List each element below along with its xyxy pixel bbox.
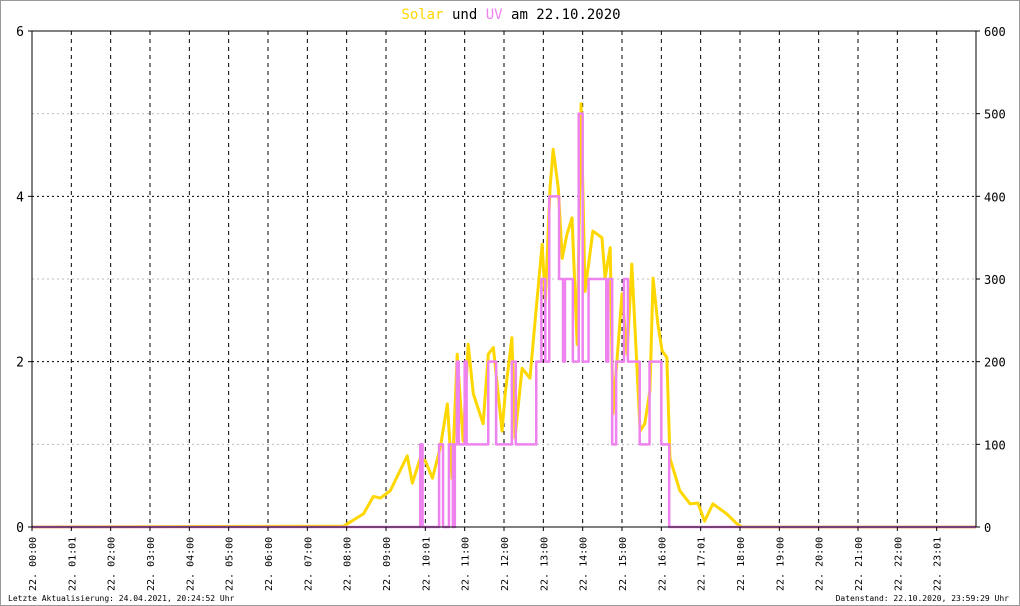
x-tick-label: 22. 01:01 bbox=[67, 537, 78, 591]
y-right-tick-label: 300 bbox=[984, 273, 1006, 287]
x-tick-label: 22. 19:00 bbox=[775, 537, 786, 591]
y-left-tick-label: 0 bbox=[16, 521, 24, 536]
x-tick-label: 22. 18:00 bbox=[736, 537, 747, 591]
x-tick-label: 22. 05:00 bbox=[225, 537, 236, 591]
x-tick-label: 22. 17:01 bbox=[697, 537, 708, 591]
x-tick-label: 22. 13:00 bbox=[539, 537, 550, 591]
chart-title: Solar und UV am 22.10.2020 bbox=[401, 7, 620, 23]
y-right-tick-label: 600 bbox=[984, 25, 1006, 39]
x-tick-label: 22. 11:00 bbox=[461, 537, 472, 591]
x-tick-label: 22. 21:00 bbox=[854, 537, 865, 591]
y-left-tick-label: 6 bbox=[16, 25, 24, 40]
y-left-tick-label: 4 bbox=[16, 190, 24, 205]
x-tick-label: 22. 12:00 bbox=[500, 537, 511, 591]
y-right-tick-label: 0 bbox=[984, 521, 991, 535]
data-status: Datenstand: 22.10.2020, 23:59:29 Uhr bbox=[835, 594, 1009, 603]
x-tick-label: 22. 00:00 bbox=[28, 537, 39, 591]
solar-uv-chart: Solar und UV am 22.10.2020 22. 00:00 22. … bbox=[16, 7, 1006, 591]
x-tick-label: 22. 02:00 bbox=[107, 537, 118, 591]
y-right-tick-label: 400 bbox=[984, 190, 1006, 204]
x-tick-label: 22. 22:00 bbox=[893, 537, 904, 591]
x-tick-label: 22. 20:00 bbox=[815, 537, 826, 591]
x-tick-label: 22. 06:00 bbox=[264, 537, 275, 591]
x-tick-label: 22. 23:01 bbox=[933, 537, 944, 591]
y-left-tick-label: 2 bbox=[16, 356, 24, 371]
title-date: am 22.10.2020 bbox=[511, 7, 621, 23]
title-solar: Solar bbox=[401, 7, 443, 23]
x-tick-label: 22. 07:00 bbox=[303, 537, 314, 591]
last-update: Letzte Aktualisierung: 24.04.2021, 20:24… bbox=[8, 594, 235, 603]
x-tick-label: 22. 04:00 bbox=[185, 537, 196, 591]
title-und: und bbox=[452, 7, 477, 23]
y-right-tick-label: 500 bbox=[984, 108, 1006, 122]
x-tick-label: 22. 03:00 bbox=[146, 537, 157, 591]
chart-container: Solar und UV am 22.10.2020 22. 00:00 22. … bbox=[0, 0, 1020, 606]
x-tick-label: 22. 09:00 bbox=[382, 537, 393, 591]
x-tick-label: 22. 10:01 bbox=[421, 537, 432, 591]
x-tick-label: 22. 15:00 bbox=[618, 537, 629, 591]
x-tick-label: 22. 14:00 bbox=[579, 537, 590, 591]
x-tick-label: 22. 16:00 bbox=[657, 537, 668, 591]
title-uv: UV bbox=[486, 7, 503, 23]
y-right-tick-label: 200 bbox=[984, 356, 1006, 370]
y-right-tick-label: 100 bbox=[984, 438, 1006, 452]
x-tick-label: 22. 08:00 bbox=[343, 537, 354, 591]
